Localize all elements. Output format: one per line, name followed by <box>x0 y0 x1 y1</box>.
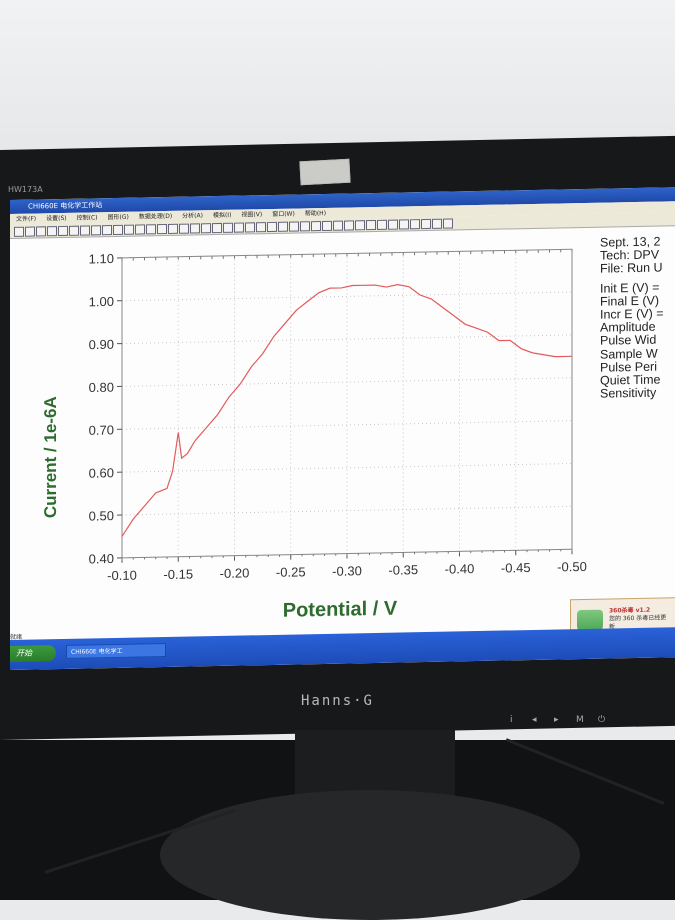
toolbar-button[interactable] <box>234 223 244 233</box>
toolbar-button[interactable] <box>124 225 134 235</box>
x-axis-label: Potential / V <box>283 598 398 622</box>
menu-item[interactable]: 设置(S) <box>46 215 67 222</box>
toolbar-button[interactable] <box>311 221 321 231</box>
monitor-button[interactable]: ▸ <box>554 715 576 725</box>
toolbar-button[interactable] <box>102 225 112 235</box>
plot-frame <box>122 249 572 558</box>
toolbar-button[interactable] <box>69 226 79 236</box>
x-tick-label: -0.35 <box>388 562 418 578</box>
monitor-base <box>160 790 580 920</box>
monitor-button[interactable]: ◂ <box>532 715 554 725</box>
toolbar-button[interactable] <box>300 221 310 231</box>
toolbar-button[interactable] <box>278 222 288 232</box>
toolbar-button[interactable] <box>157 224 167 234</box>
y-tick-label: 0.40 <box>89 551 114 566</box>
grid-line <box>122 292 572 301</box>
toolbar-button[interactable] <box>168 224 178 234</box>
toolbar-button[interactable] <box>410 219 420 229</box>
menu-item[interactable]: 数据处理(D) <box>139 213 172 221</box>
toolbar-button[interactable] <box>256 222 266 232</box>
y-tick-label: 0.60 <box>89 465 114 480</box>
y-tick-label: 0.80 <box>89 380 114 395</box>
menu-item[interactable]: 视图(V) <box>241 211 262 218</box>
x-tick-label: -0.10 <box>107 568 137 584</box>
grid-line <box>122 463 572 472</box>
y-tick-label: 0.50 <box>89 508 114 523</box>
menu-item[interactable]: 模拟(I) <box>213 212 231 219</box>
y-tick-label: 1.10 <box>89 251 114 266</box>
toolbar-button[interactable] <box>91 225 101 235</box>
toolbar-button[interactable] <box>223 223 233 233</box>
toolbar-button[interactable] <box>245 222 255 232</box>
info-sensitivity: Sensitivity <box>600 386 675 401</box>
monitor-button[interactable]: i <box>510 715 532 725</box>
toolbar-button[interactable] <box>58 226 68 236</box>
menu-item[interactable]: 帮助(H) <box>305 210 326 217</box>
toolbar-button[interactable] <box>25 227 35 237</box>
experiment-info-panel: Sept. 13, 2 Tech: DPV File: Run U Init E… <box>600 235 675 401</box>
x-tick-label: -0.25 <box>276 564 306 580</box>
toolbar-button[interactable] <box>47 226 57 236</box>
toolbar-button[interactable] <box>322 221 332 231</box>
monitor-button[interactable]: M <box>576 715 598 725</box>
monitor-button[interactable]: ⏻ <box>598 715 620 725</box>
toolbar-button[interactable] <box>355 220 365 230</box>
monitor-brand-logo: Hanns·G <box>0 693 675 709</box>
x-tick-label: -0.30 <box>332 563 362 579</box>
toolbar-button[interactable] <box>201 223 211 233</box>
toolbar-button[interactable] <box>113 225 123 235</box>
x-tick-label: -0.15 <box>163 566 193 582</box>
menu-item[interactable]: 文件(F) <box>16 215 36 222</box>
toolbar-button[interactable] <box>443 218 453 228</box>
y-tick-label: 1.00 <box>89 294 114 309</box>
x-tick-label: -0.40 <box>445 561 475 577</box>
menu-item[interactable]: 窗口(W) <box>272 211 295 218</box>
toolbar-button[interactable] <box>80 225 90 235</box>
start-button[interactable]: 开始 <box>10 645 56 662</box>
y-tick-label: 0.70 <box>89 422 114 437</box>
toolbar-button[interactable] <box>421 219 431 229</box>
toolbar-button[interactable] <box>267 222 277 232</box>
toolbar-button[interactable] <box>135 224 145 234</box>
menu-item[interactable]: 图形(G) <box>108 214 129 221</box>
x-tick-label: -0.20 <box>220 565 250 581</box>
toolbar-button[interactable] <box>146 224 156 234</box>
toolbar-button[interactable] <box>212 223 222 233</box>
toolbar-button[interactable] <box>399 219 409 229</box>
monitor-screen: CHI660E 电化学工作站 文件(F) 设置(S) 控制(C) 图形(G) 数据处理(… <box>10 187 675 670</box>
y-axis-label: Current / 1e-6A <box>41 396 60 518</box>
taskbar-app-button[interactable]: CHI660E 电化学工 <box>66 643 166 659</box>
toolbar-button[interactable] <box>344 220 354 230</box>
x-tick-label: -0.50 <box>557 559 587 575</box>
toolbar-button[interactable] <box>190 223 200 233</box>
toolbar-button[interactable] <box>179 224 189 234</box>
monitor-buttons: i◂▸M⏻ <box>510 715 620 725</box>
y-tick-label: 0.90 <box>89 337 114 352</box>
toolbar-button[interactable] <box>377 220 387 230</box>
toolbar-button[interactable] <box>388 220 398 230</box>
tape-strip <box>299 159 350 186</box>
x-axis-ticks: -0.10 -0.15 -0.20 -0.25 -0.30 -0.35 -0.40 -0.45… <box>107 249 587 583</box>
dpv-chart: 1.101.000.900.800.700.600.500.40 -0.10-0… <box>10 227 590 648</box>
monitor-model-label: HW173A <box>8 185 43 194</box>
toolbar-button[interactable] <box>14 227 24 237</box>
toolbar-button[interactable] <box>289 221 299 231</box>
x-tick-label: -0.45 <box>501 560 531 576</box>
toolbar-button[interactable] <box>432 219 442 229</box>
toolbar-button[interactable] <box>36 226 46 236</box>
window-title: CHI660E 电化学工作站 <box>28 201 102 210</box>
toolbar-button[interactable] <box>333 221 343 231</box>
chart-grid <box>122 249 572 558</box>
y-axis-ticks: 1.10 1.00 0.90 0.80 0.70 0.60 0.50 0.40 <box>89 251 122 567</box>
toolbar-button[interactable] <box>366 220 376 230</box>
menu-item[interactable]: 分析(A) <box>182 212 203 219</box>
menu-item[interactable]: 控制(C) <box>77 214 98 221</box>
